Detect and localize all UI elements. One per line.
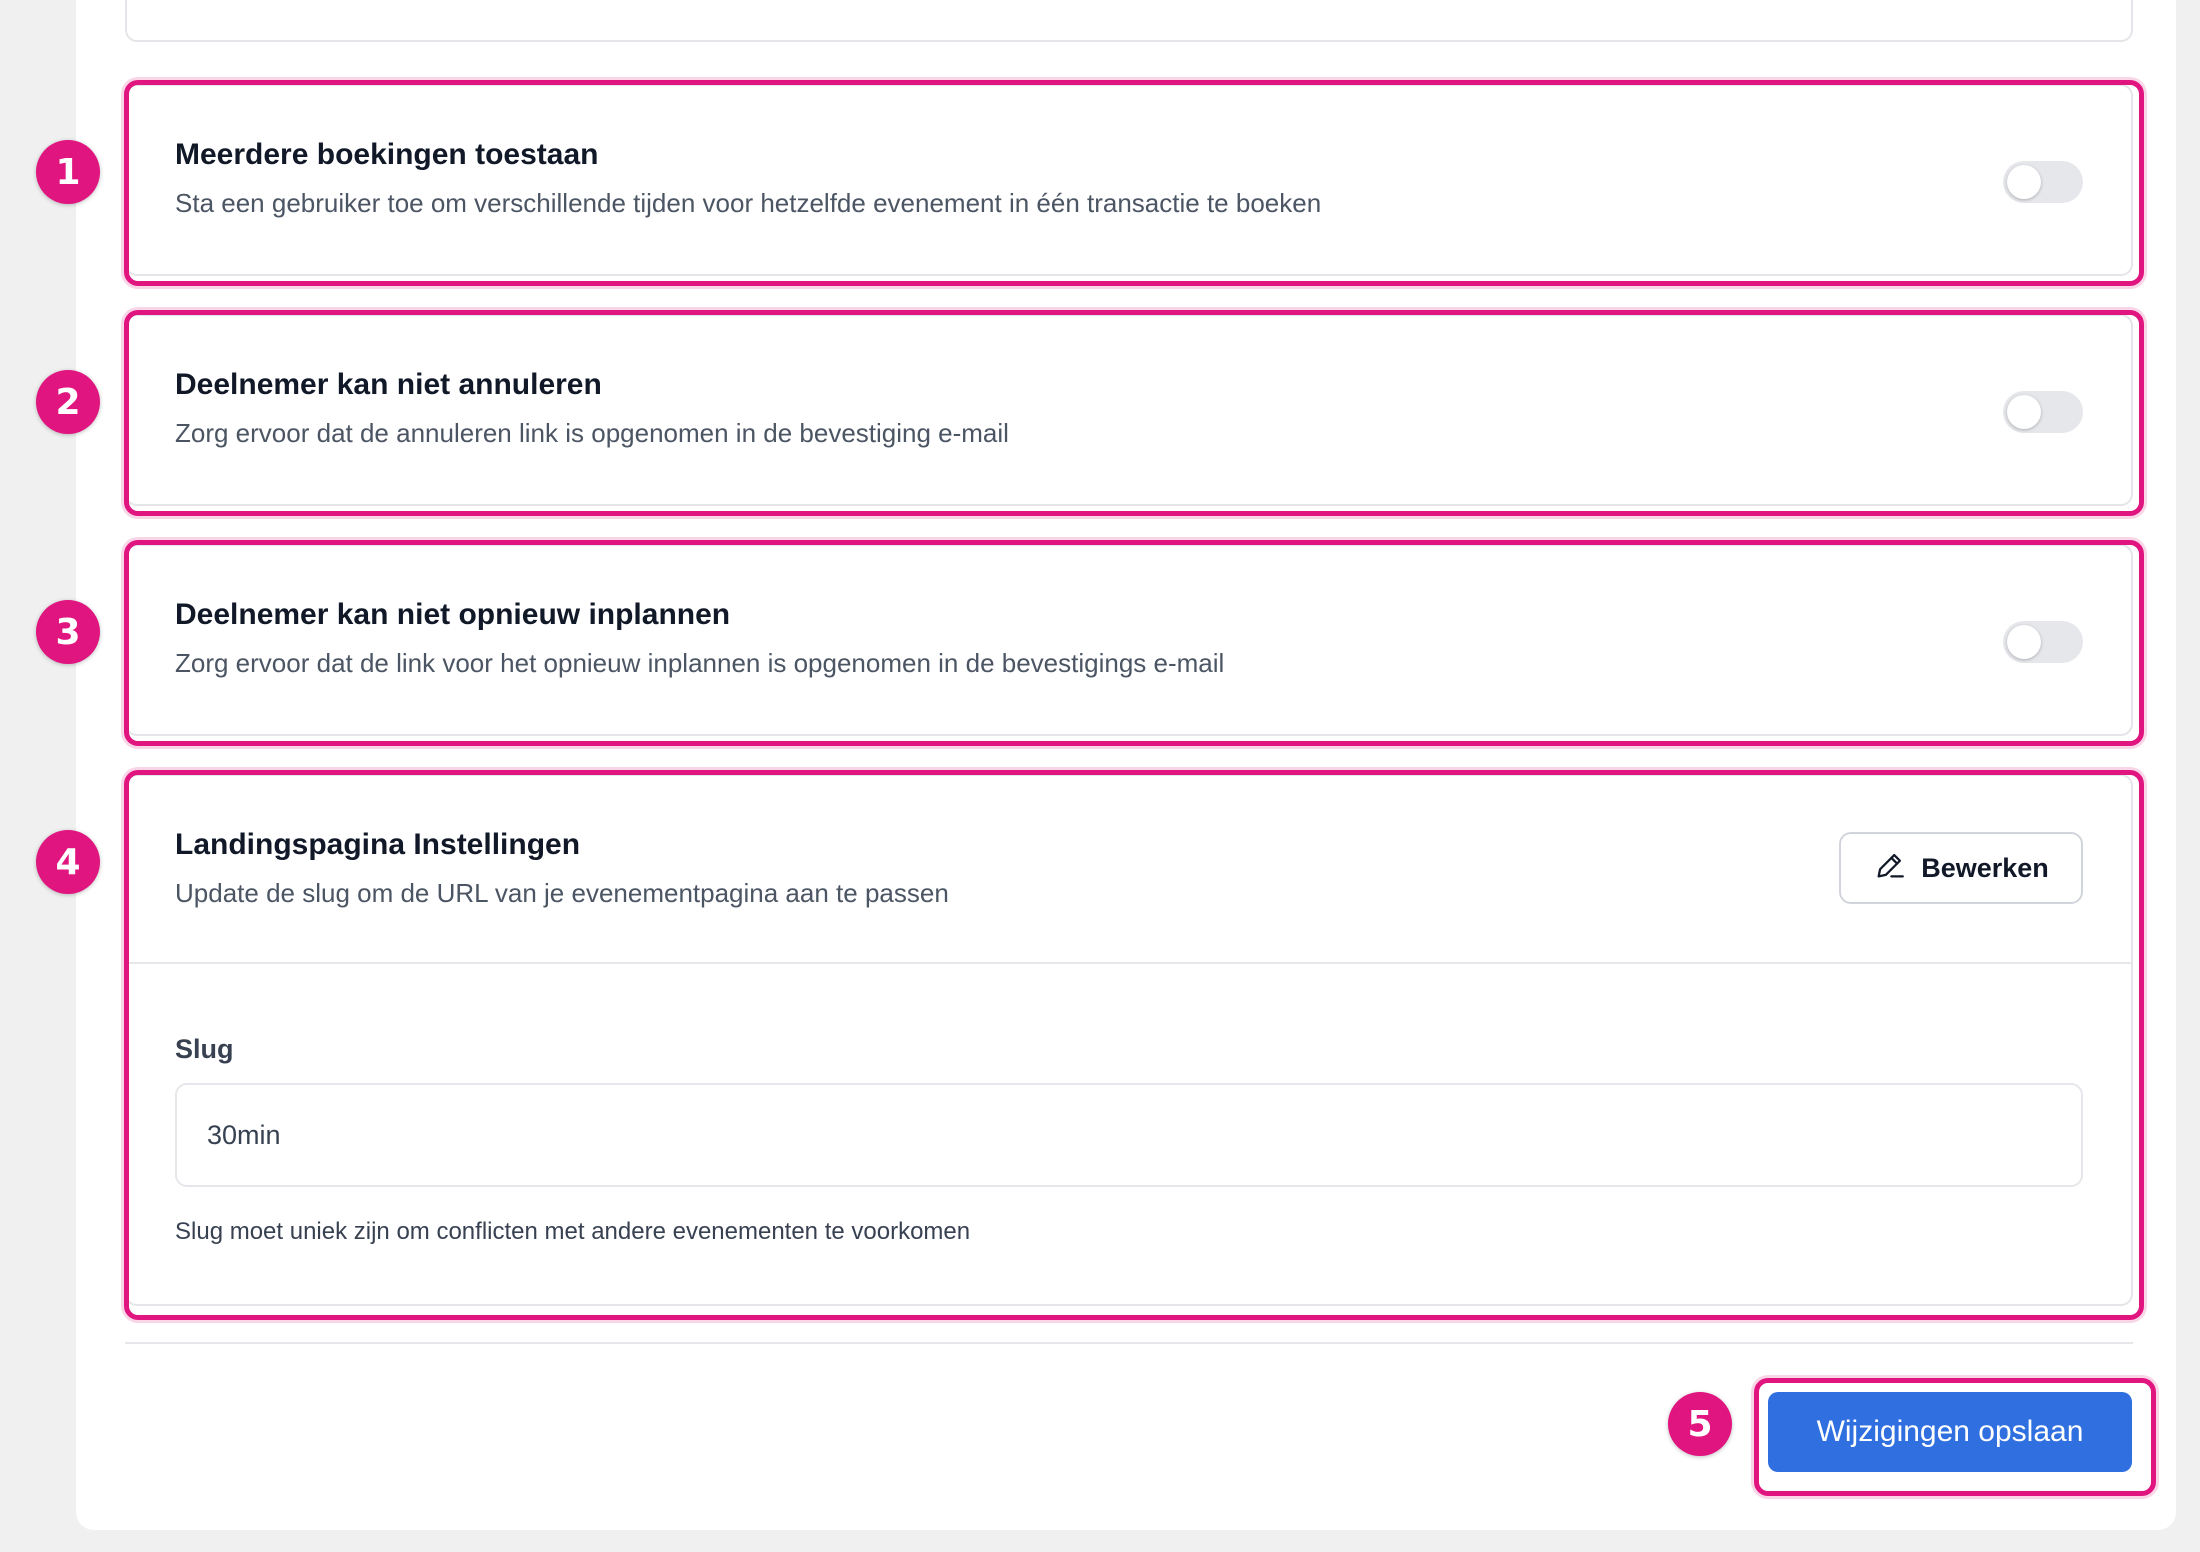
slug-input[interactable] — [175, 1083, 2083, 1187]
setting-description: Zorg ervoor dat de link voor het opnieuw… — [175, 648, 1225, 678]
step-badge-1: 1 — [36, 140, 100, 204]
step-badge-2: 2 — [36, 370, 100, 434]
pencil-icon — [1873, 848, 1907, 889]
cannot-reschedule-toggle[interactable] — [2003, 621, 2083, 663]
multiple-bookings-toggle[interactable] — [2003, 161, 2083, 203]
setting-description: Zorg ervoor dat de annuleren link is opg… — [175, 418, 1009, 448]
landing-description: Update de slug om de URL van je evenemen… — [175, 878, 949, 908]
setting-card-multiple-bookings: Meerdere boekingen toestaan Sta een gebr… — [125, 84, 2133, 276]
slug-hint: Slug moet uniek zijn om conflicten met a… — [175, 1218, 971, 1245]
setting-title: Deelnemer kan niet opnieuw inplannen — [175, 598, 731, 631]
toggle-knob — [2007, 165, 2041, 199]
slug-label: Slug — [175, 1034, 234, 1064]
setting-card-cannot-reschedule: Deelnemer kan niet opnieuw inplannen Zor… — [125, 544, 2133, 736]
edit-button-label: Bewerken — [1921, 852, 2049, 883]
setting-title: Deelnemer kan niet annuleren — [175, 368, 602, 401]
section-divider — [127, 962, 2131, 964]
edit-button[interactable]: Bewerken — [1839, 832, 2083, 904]
setting-card-cannot-cancel: Deelnemer kan niet annuleren Zorg ervoor… — [125, 314, 2133, 506]
toggle-knob — [2007, 395, 2041, 429]
previous-settings-card — [125, 0, 2133, 42]
setting-title: Meerdere boekingen toestaan — [175, 138, 599, 171]
landing-title: Landingspagina Instellingen — [175, 828, 581, 861]
step-badge-4: 4 — [36, 830, 100, 894]
setting-description: Sta een gebruiker toe om verschillende t… — [175, 188, 1322, 218]
step-badge-5: 5 — [1668, 1392, 1732, 1456]
footer-divider — [125, 1342, 2133, 1344]
landing-page-settings-card: Landingspagina Instellingen Update de sl… — [125, 774, 2133, 1306]
toggle-knob — [2007, 625, 2041, 659]
cannot-cancel-toggle[interactable] — [2003, 391, 2083, 433]
step-badge-3: 3 — [36, 600, 100, 664]
save-changes-button[interactable]: Wijzigingen opslaan — [1768, 1392, 2132, 1472]
